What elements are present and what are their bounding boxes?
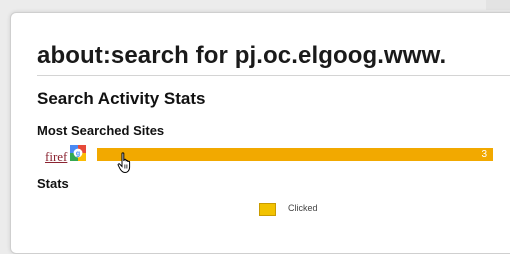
site-bar-value: 3 (481, 149, 487, 160)
site-bar[interactable]: 3 (97, 148, 493, 161)
hand-cursor-icon (117, 152, 131, 174)
most-searched-sites-heading: Most Searched Sites (37, 123, 165, 138)
legend-swatch (259, 203, 276, 216)
page-title: about:search for pj.oc.elgoog.www. (37, 42, 447, 69)
window-corner (486, 0, 510, 10)
legend-label: Clicked (288, 203, 318, 213)
svg-text:g: g (76, 151, 80, 158)
search-activity-heading: Search Activity Stats (37, 89, 206, 108)
google-icon: g (70, 145, 86, 161)
site-link[interactable]: firef (45, 149, 67, 165)
stats-heading: Stats (37, 176, 69, 191)
site-bar-fill (97, 148, 493, 161)
title-divider (37, 75, 510, 76)
